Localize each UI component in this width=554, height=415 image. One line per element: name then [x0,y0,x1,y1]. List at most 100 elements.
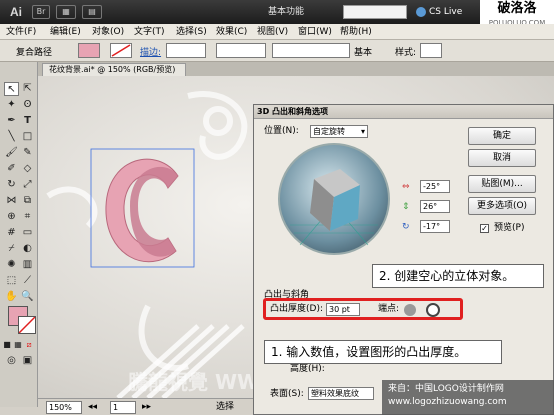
menu-effect[interactable]: 效果(C) [216,26,247,38]
watermark-cn: 破洛洛 [497,1,537,16]
menu-type[interactable]: 文字(T) [134,26,165,38]
cap-off-icon[interactable] [426,303,440,317]
selection-tool-icon[interactable]: ↖ [4,82,19,96]
stroke-swatch[interactable] [110,43,132,58]
position-label: 位置(N): [264,126,299,136]
graphic-style-select[interactable] [420,43,442,58]
eyedropper-tool-icon[interactable]: ⌿ [4,242,19,256]
draw-normal-icon[interactable]: ◎ [4,354,19,368]
hand-tool-icon[interactable]: ✋ [4,290,19,304]
brush-basic-label: 基本 [354,48,373,58]
arrange-docs-icon[interactable]: ▦ [56,5,76,19]
cs-live-icon [416,6,426,17]
menu-bar: 文件(F) 编辑(E) 对象(O) 文字(T) 选择(S) 效果(C) 视图(V… [0,24,554,40]
rotate-tool-icon[interactable]: ↻ [4,178,19,192]
pencil-tool-icon[interactable]: ✎ [20,146,35,160]
style-label: 样式: [395,48,417,58]
toolbox: ↖ ⇱ ✦ ʘ ✒ T ╲ □ 🖌 ✎ ✐ ◇ ↻ ⤢ ⋈ ⧉ ⊕ ⌗ # ▭ … [0,62,38,407]
ok-button[interactable]: 确定 [468,127,536,145]
gradient-tool-icon[interactable]: ▭ [20,226,35,240]
zoom-tool-icon[interactable]: 🔍 [20,290,35,304]
angle-x-field[interactable]: -25° [420,180,450,193]
pen-tool-icon[interactable]: ✒ [4,114,19,128]
cs-live-label: CS Live [429,7,463,17]
lasso-tool-icon[interactable]: ʘ [20,98,35,112]
color-mode-icon[interactable]: ■ [2,338,12,352]
blend-tool-icon[interactable]: ◐ [20,242,35,256]
surface-select[interactable]: 塑料效果底纹 [308,387,374,400]
stroke-weight-field[interactable] [166,43,206,58]
mesh-tool-icon[interactable]: # [4,226,19,240]
next-artboard-icon[interactable]: ▸▸ [142,401,151,413]
workspace-switcher[interactable]: 基本功能 [268,4,330,20]
rotation-sphere[interactable] [278,143,390,255]
layout-icon[interactable]: ▤ [82,5,102,19]
paintbrush-tool-icon[interactable]: 🖌 [4,146,19,160]
shape-builder-tool-icon[interactable]: ⊕ [4,210,19,224]
screen-mode-icon[interactable]: ▣ [20,354,35,368]
stroke-label[interactable]: 描边: [140,45,161,58]
map-art-button[interactable]: 贴图(M)... [468,175,536,193]
symbol-sprayer-tool-icon[interactable]: ✺ [4,258,19,272]
menu-window[interactable]: 窗口(W) [298,26,332,38]
menu-help[interactable]: 帮助(H) [340,26,372,38]
menu-edit[interactable]: 编辑(E) [50,26,81,38]
fill-swatch[interactable] [78,43,100,58]
none-mode-icon[interactable]: ⧄ [24,338,34,352]
blob-brush-tool-icon[interactable]: ✐ [4,162,19,176]
artboard-tool-icon[interactable]: ⬚ [4,274,19,288]
angle-z-field[interactable]: -17° [420,220,450,233]
cancel-button[interactable]: 取消 [468,149,536,167]
cap-label: 端点: [378,304,400,314]
cs-live-button[interactable]: CS Live [416,5,462,19]
menu-select[interactable]: 选择(S) [176,26,207,38]
step2-callout: 2. 创建空心的立体对象。 [372,264,544,288]
slice-tool-icon[interactable]: ⟋ [20,274,35,288]
first-artboard-icon[interactable]: ◂◂ [88,401,97,413]
direct-selection-tool-icon[interactable]: ⇱ [20,82,35,96]
source-watermark-line1: 来自：中国LOGO设计制作网 [388,384,504,394]
rotate-x-icon: ⇔ [402,182,410,192]
cap-on-icon[interactable] [404,304,416,316]
source-watermark: 来自：中国LOGO设计制作网 www.logozhizuowang.com [382,380,554,415]
free-transform-tool-icon[interactable]: ⧉ [20,194,35,208]
title-bar: Ai Br ▦ ▤ 基本功能 CS Live 破洛洛 POLUOLUO.COM [0,0,554,32]
document-tab[interactable]: 花纹背景.ai* @ 150% (RGB/预览) [42,63,186,76]
3d-c-shape[interactable] [105,158,179,263]
app-logo: Ai [10,5,22,19]
menu-file[interactable]: 文件(F) [6,26,36,38]
source-watermark-line2: www.logozhizuowang.com [388,397,507,407]
scale-tool-icon[interactable]: ⤢ [20,178,35,192]
angle-y-field[interactable]: 26° [420,200,450,213]
magic-wand-tool-icon[interactable]: ✦ [4,98,19,112]
artboard-number-field[interactable]: 1 [110,401,136,414]
control-bar: 复合路径 描边: 基本 样式: [0,40,554,62]
width-tool-icon[interactable]: ⋈ [4,194,19,208]
eraser-tool-icon[interactable]: ◇ [20,162,35,176]
variable-width-select[interactable] [216,43,266,58]
extrude-depth-field[interactable]: 30 pt [326,303,360,316]
gradient-mode-icon[interactable]: ▦ [13,338,23,352]
document-tab-bar: 花纹背景.ai* @ 150% (RGB/预览) [38,62,554,76]
perspective-grid-tool-icon[interactable]: ⌗ [20,210,35,224]
dialog-title: 3D 凸出和斜角选项 [254,105,553,119]
line-tool-icon[interactable]: ╲ [4,130,19,144]
rectangle-tool-icon[interactable]: □ [20,130,35,144]
help-search-input[interactable] [343,5,407,19]
preview-label: 预览(P) [494,223,525,233]
zoom-field[interactable]: 150% [46,401,82,414]
column-graph-tool-icon[interactable]: ▥ [20,258,35,272]
stroke-color-swatch[interactable] [18,316,36,334]
position-value: 自定旋转 [313,127,345,136]
menu-object[interactable]: 对象(O) [92,26,124,38]
preview-checkbox[interactable]: ✓ [480,224,489,233]
brush-definition-select[interactable] [272,43,350,58]
more-options-button[interactable]: 更多选项(O) [468,197,536,215]
bridge-icon[interactable]: Br [32,5,50,19]
type-tool-icon[interactable]: T [20,114,35,128]
extrude-depth-label: 凸出厚度(D): [270,304,323,314]
surface-label: 表面(S): [270,389,304,399]
position-select[interactable]: 自定旋转 ▾ [310,125,368,138]
3d-extrude-bevel-dialog: 3D 凸出和斜角选项 位置(N): 自定旋转 ▾ ⇔ -25° ⇕ 26° ↻ -… [253,104,554,415]
menu-view[interactable]: 视图(V) [257,26,288,38]
